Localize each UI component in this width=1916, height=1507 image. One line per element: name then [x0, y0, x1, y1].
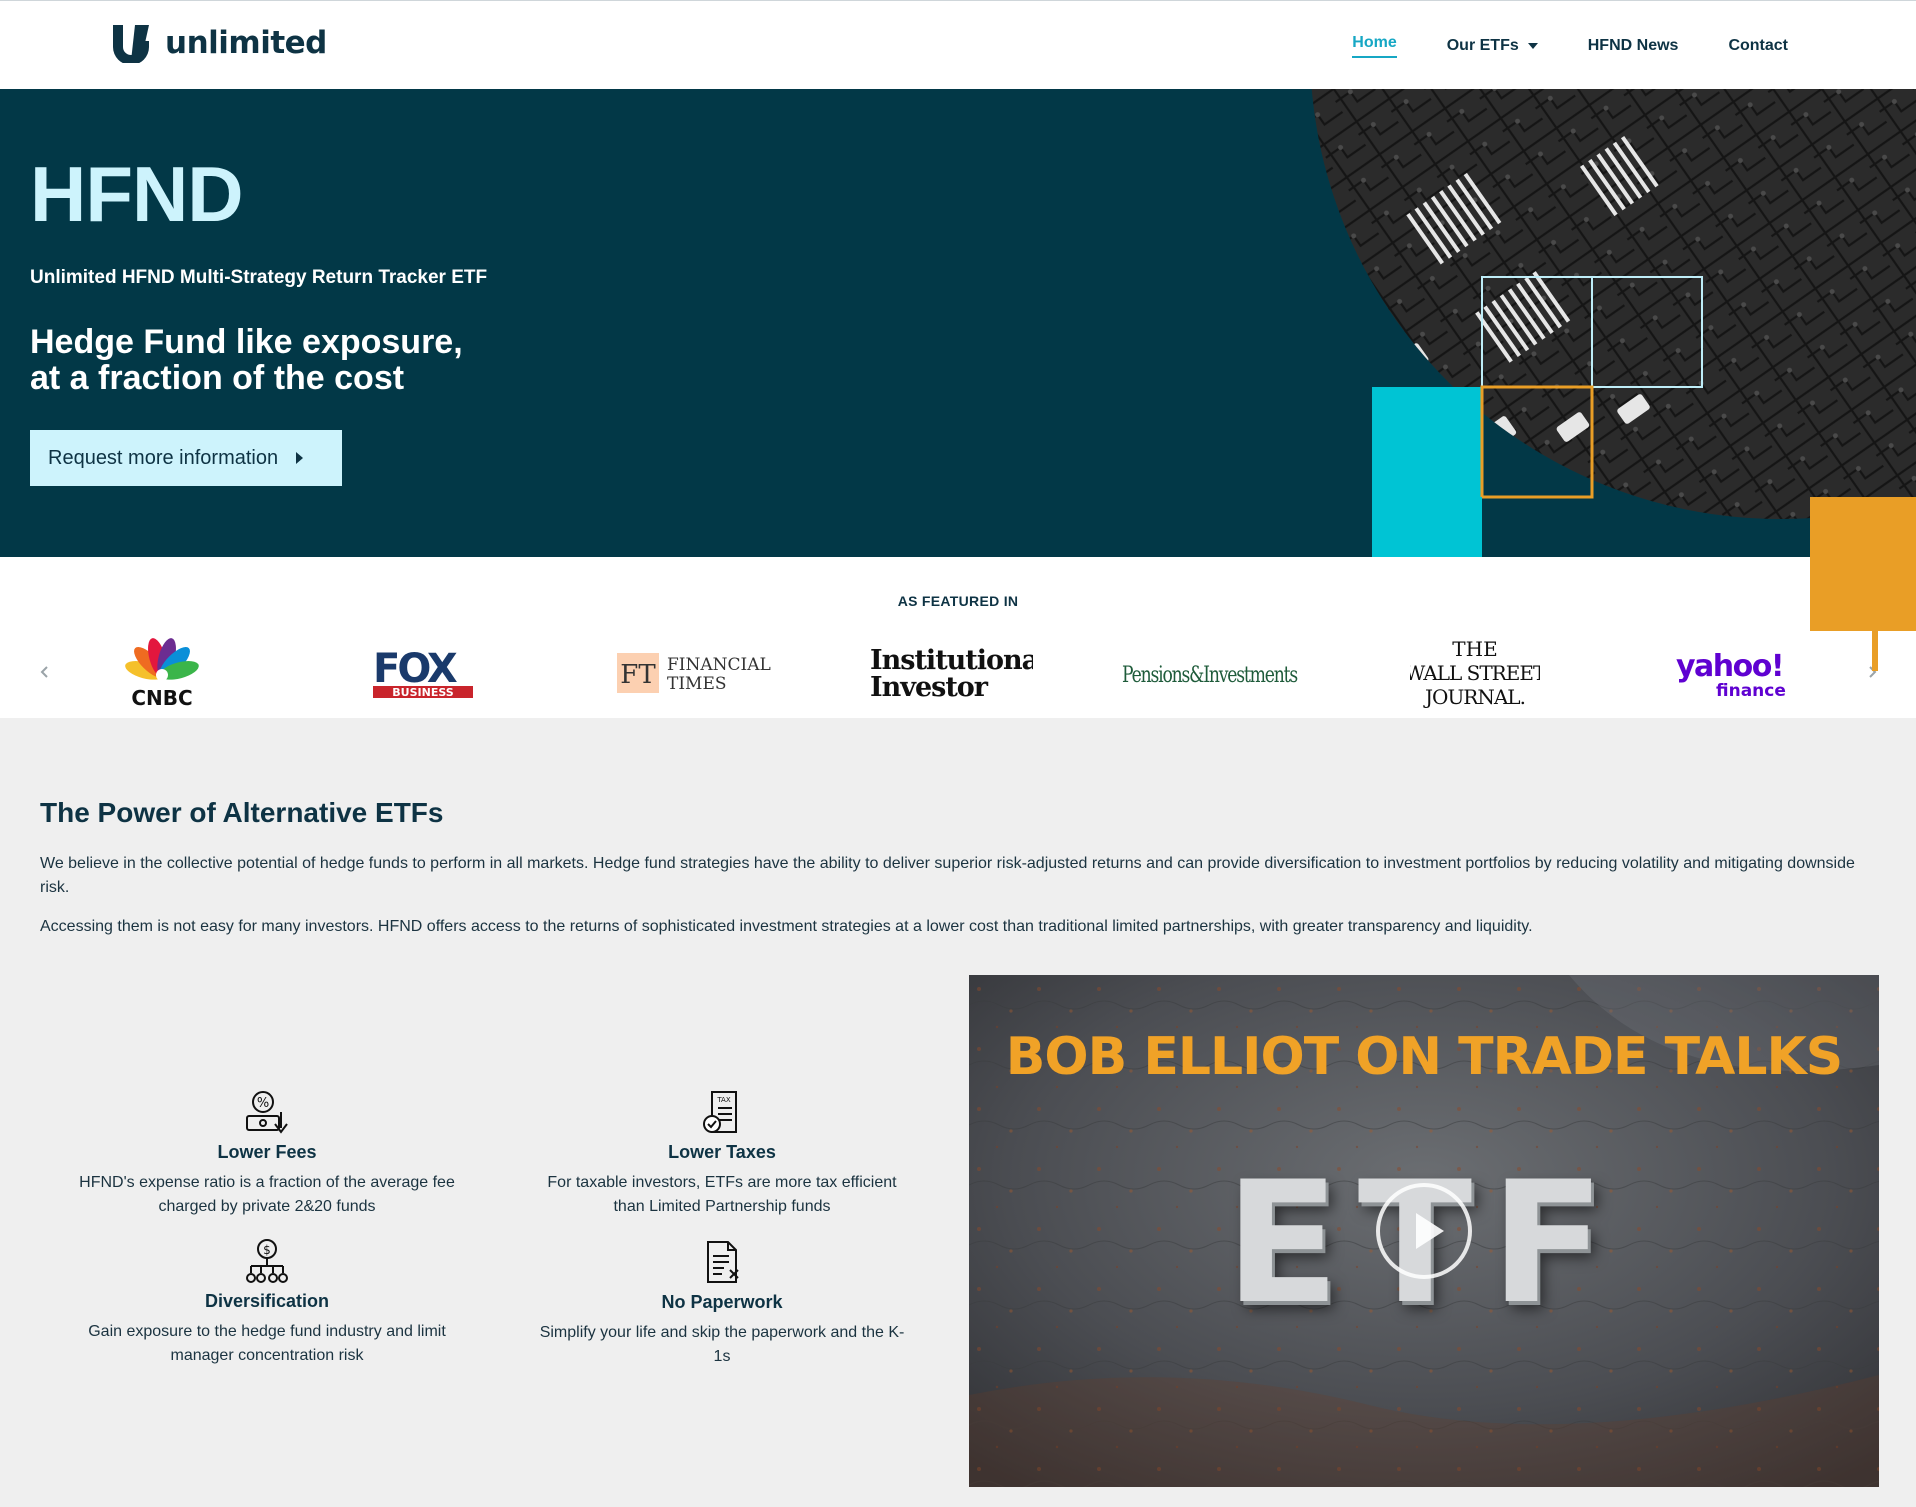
yahoo-finance-logo: yahoo! finance: [1672, 627, 1802, 717]
site-header: unlimited Home Our ETFs HFND News Contac…: [0, 1, 1916, 89]
feature-diversification: $ Diversification Gain exposure to the h…: [77, 1237, 457, 1368]
svg-text:JOURNAL.: JOURNAL.: [1423, 685, 1525, 709]
svg-text:TIMES: TIMES: [667, 674, 727, 694]
nav-home[interactable]: Home: [1352, 34, 1397, 58]
pensions-investments-wordmark: Pensions&Investments: [1122, 663, 1299, 688]
fox-business-wordmark: FOX BUSINESS: [373, 646, 473, 699]
svg-text:CNBC: CNBC: [131, 686, 192, 707]
hero-tagline: Hedge Fund like exposure, at a fraction …: [30, 324, 590, 396]
video-player[interactable]: BOB ELLIOT ON TRADE TALKS ETF: [969, 975, 1879, 1487]
tax-document-icon: TAX: [703, 1091, 737, 1133]
hero-banner: HFND Unlimited HFND Multi-Strategy Retur…: [0, 89, 1916, 557]
nav-our-etfs[interactable]: Our ETFs: [1447, 37, 1538, 55]
feature-title: Diversification: [204, 1291, 330, 1311]
intro-paragraph-1: We believe in the collective potential o…: [40, 855, 1855, 896]
nav-hfnd-news[interactable]: HFND News: [1588, 37, 1679, 55]
play-button-icon[interactable]: [1376, 1183, 1472, 1279]
svg-text:Investor: Investor: [870, 672, 989, 700]
feature-desc: HFND's expense ratio is a fraction of th…: [79, 1174, 455, 1215]
svg-text:TAX: TAX: [716, 1096, 731, 1104]
feature-desc: For taxable investors, ETFs are more tax…: [547, 1174, 897, 1215]
circuit-board-image: [1310, 89, 1916, 557]
nav-our-etfs-label: Our ETFs: [1446, 37, 1519, 54]
brand-logo[interactable]: unlimited: [113, 23, 327, 63]
featured-in-section: AS FEATURED IN CNBC FOX BUSINESS FT FINA…: [0, 557, 1916, 718]
feature-title: No Paperwork: [661, 1292, 783, 1312]
cnbc-logo: CNBC: [112, 627, 212, 717]
feature-title: Lower Fees: [217, 1142, 317, 1162]
request-info-label: Request more information: [48, 446, 279, 469]
pensions-investments-logo: Pensions&Investments: [1122, 627, 1302, 717]
institutional-investor-logo: Institutional Investor: [868, 627, 1033, 717]
percent-fees-icon: %: [246, 1091, 288, 1134]
svg-text:Pensions&Investments: Pensions&Investments: [1122, 663, 1298, 688]
svg-text:finance: finance: [1716, 681, 1786, 700]
decor-orange-block: [1810, 557, 1916, 631]
caret-down-icon: [1527, 43, 1538, 49]
svg-text:FT: FT: [620, 660, 656, 690]
nav-contact[interactable]: Contact: [1728, 37, 1788, 55]
featured-label: AS FEATURED IN: [897, 593, 1019, 609]
wall-street-journal-logo: THE WALL STREET JOURNAL.: [1410, 627, 1540, 717]
decor-orange-stripe: [1872, 631, 1878, 671]
diversification-icon: $: [246, 1239, 288, 1283]
caret-right-icon: [296, 452, 304, 464]
feature-lower-taxes: TAX Lower Taxes For taxable investors, E…: [532, 1088, 912, 1219]
hero-tagline-line2: at a fraction of the cost: [30, 359, 405, 397]
svg-text:yahoo!: yahoo!: [1676, 649, 1783, 684]
cnbc-peacock-icon: CNBC: [125, 638, 199, 707]
svg-text:THE: THE: [1452, 637, 1497, 661]
main-nav: Home Our ETFs HFND News Contact: [1302, 34, 1788, 58]
institutional-investor-wordmark: Institutional Investor: [870, 645, 1033, 700]
wsj-wordmark: THE WALL STREET JOURNAL.: [1410, 637, 1540, 709]
feature-desc: Simplify your life and skip the paperwor…: [539, 1324, 905, 1365]
feature-no-paperwork: No Paperwork Simplify your life and skip…: [532, 1238, 912, 1369]
svg-text:WALL STREET: WALL STREET: [1410, 661, 1540, 685]
fox-business-logo: FOX BUSINESS: [370, 627, 480, 717]
section-title: The Power of Alternative ETFs: [40, 797, 444, 828]
financial-times-logo: FT FINANCIAL TIMES: [615, 627, 775, 717]
svg-text:$: $: [263, 1243, 271, 1257]
svg-text:%: %: [257, 1096, 269, 1111]
hero-title: HFND: [30, 150, 244, 238]
feature-lower-fees: % Lower Fees HFND's expense ratio is a f…: [77, 1088, 457, 1219]
hero-tagline-line1: Hedge Fund like exposure,: [30, 323, 463, 361]
play-triangle: [1416, 1213, 1444, 1249]
video-title: BOB ELLIOT ON TRADE TALKS: [1005, 1027, 1843, 1087]
svg-text:BUSINESS: BUSINESS: [392, 686, 453, 699]
feature-title: Lower Taxes: [668, 1142, 776, 1162]
request-info-button[interactable]: Request more information: [30, 430, 342, 486]
intro-paragraph-2: Accessing them is not easy for many inve…: [40, 918, 1533, 935]
no-paperwork-icon: [707, 1241, 739, 1283]
carousel-prev-icon[interactable]: [38, 665, 52, 679]
hero-subtitle: Unlimited HFND Multi-Strategy Return Tra…: [30, 267, 488, 288]
brand-name: unlimited: [165, 25, 327, 61]
unlimited-logo-icon: [113, 25, 149, 63]
ft-wordmark: FT FINANCIAL TIMES: [617, 653, 771, 694]
feature-desc: Gain exposure to the hedge fund industry…: [88, 1323, 446, 1364]
yahoo-finance-wordmark: yahoo! finance: [1676, 649, 1786, 700]
svg-text:FINANCIAL: FINANCIAL: [667, 655, 771, 675]
